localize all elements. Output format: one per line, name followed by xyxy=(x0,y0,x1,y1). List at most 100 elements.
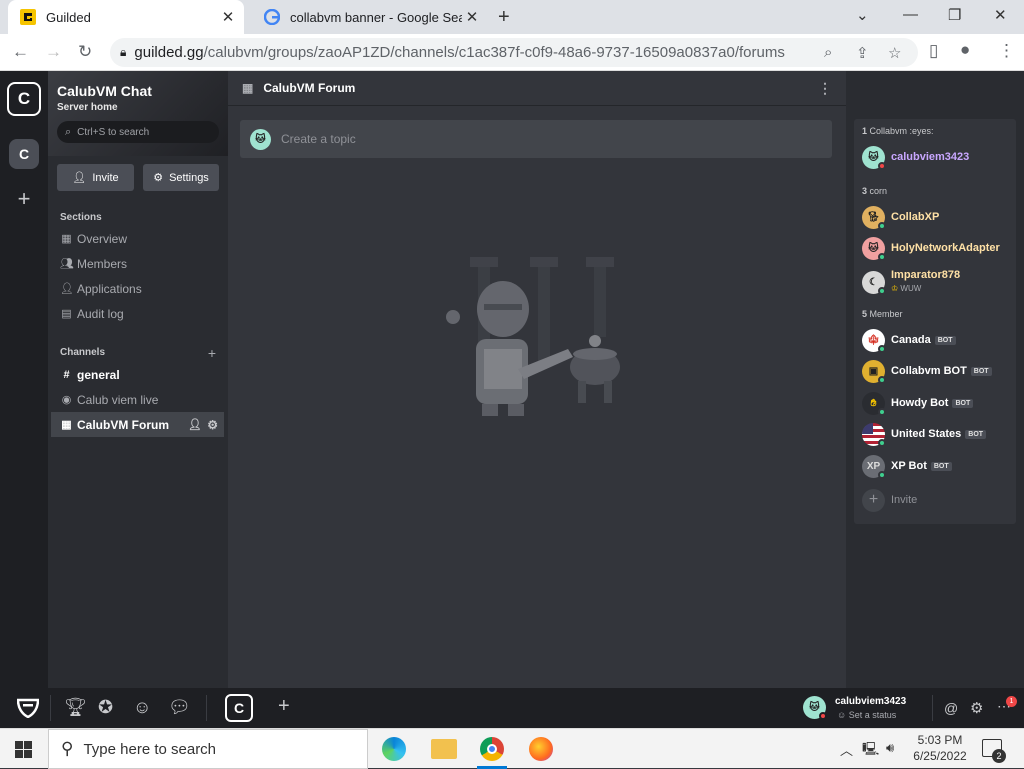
member-avatar: 🐱︎ xyxy=(862,145,886,170)
taskbar-search-input[interactable]: ⚲ Type here to search xyxy=(48,729,368,769)
current-server-button[interactable]: C xyxy=(225,694,253,722)
chat-bubble-icon[interactable]: 💬︎ xyxy=(168,697,191,718)
channel-calub-viem-live[interactable]: ◉ Calub viem live xyxy=(48,387,228,412)
server-calubvm-button[interactable]: C xyxy=(9,139,39,169)
channel-settings-gear-icon[interactable]: ⚙ xyxy=(207,418,218,432)
back-icon[interactable]: ← xyxy=(12,42,29,62)
member-row[interactable]: 🍁︎ Canada BOT xyxy=(862,327,956,353)
sidebar-item-overview[interactable]: ▦ Overview xyxy=(48,226,228,251)
member-row[interactable]: XP XP Bot BOT xyxy=(862,453,952,479)
volume-icon[interactable]: 🔊︎ xyxy=(886,740,894,756)
add-server-icon[interactable]: + xyxy=(278,695,290,718)
mentions-icon[interactable]: @ xyxy=(944,700,958,716)
trophy-icon[interactable]: 🏆︎ xyxy=(64,697,87,718)
close-icon[interactable]: ✕ xyxy=(462,8,482,26)
current-user-avatar[interactable]: 🐱︎ xyxy=(803,696,827,720)
network-icon[interactable]: 🖳︎ xyxy=(862,740,879,762)
firefox-browser-icon[interactable] xyxy=(529,737,553,761)
bookmark-star-icon[interactable]: ☆ xyxy=(888,44,901,62)
wave-hand-avatar: ✋︎ xyxy=(862,391,886,416)
tab-google-search[interactable]: collabvm banner - Google Search ✕ xyxy=(252,0,488,34)
document-icon: ▤ xyxy=(61,308,72,320)
sections-list: ▦ Overview 👥︎ Members 👤︎ Applications ▤ Audi… xyxy=(48,226,228,326)
channel-general[interactable]: # general xyxy=(48,362,228,387)
member-list: 1 Collabvm :eyes: 🐱︎ calubviem3423 3 cor… xyxy=(846,71,1024,688)
guilded-logo-icon[interactable] xyxy=(17,698,39,718)
empty-forum-illustration xyxy=(446,257,620,416)
bot-badge: BOT xyxy=(952,398,974,408)
zoom-icon[interactable]: ⌕ xyxy=(824,44,832,61)
address-bar[interactable]: 🔒︎ guilded.gg/calubvm/groups/zaoAP1ZD/ch… xyxy=(110,38,918,67)
invite-to-channel-icon[interactable]: 👤︎ xyxy=(188,418,202,431)
member-row[interactable]: ✋︎ Howdy Bot BOT xyxy=(862,390,974,416)
bot-badge: BOT xyxy=(934,335,956,345)
window-close-icon[interactable]: ✕ xyxy=(994,6,1007,24)
sidebar-item-audit-log[interactable]: ▤ Audit log xyxy=(48,301,228,326)
windows-start-icon[interactable] xyxy=(15,741,32,758)
tray-chevron-icon[interactable]: ︿ xyxy=(840,740,853,759)
member-list-panel: 1 Collabvm :eyes: 🐱︎ calubviem3423 3 cor… xyxy=(854,119,1016,524)
member-row[interactable]: ▣ Collabvm BOT BOT xyxy=(862,358,992,384)
browser-tab-strip: Guilded ✕ collabvm banner - Google Searc… xyxy=(0,0,1024,34)
gear-icon: ⚙ xyxy=(153,172,164,184)
home-server-button[interactable]: C xyxy=(7,82,41,116)
set-status-button[interactable]: ☺ Set a status xyxy=(837,710,896,720)
member-row[interactable]: 🐱︎ HolyNetworkAdapter xyxy=(862,235,1000,261)
create-topic-input[interactable]: 🐱︎ Create a topic xyxy=(240,120,832,158)
profile-avatar-icon[interactable]: ● xyxy=(960,40,970,60)
share-icon[interactable]: ⇪ xyxy=(856,44,869,62)
broadcast-icon: ◉ xyxy=(61,394,72,406)
server-name[interactable]: CalubVM Chat xyxy=(57,83,219,99)
server-home-link[interactable]: Server home xyxy=(57,102,219,113)
reload-icon[interactable]: ↻ xyxy=(78,42,92,62)
edge-browser-icon[interactable] xyxy=(382,737,406,761)
member-invite-button[interactable]: + Invite xyxy=(862,487,917,513)
channels-heading: Channels + xyxy=(60,345,216,361)
bot-badge: BOT xyxy=(930,461,952,471)
tab-search-icon[interactable]: ⌄ xyxy=(856,6,869,24)
minimize-icon[interactable]: — xyxy=(903,6,918,23)
lock-icon: 🔒︎ xyxy=(120,45,127,59)
forum-icon: ▦ xyxy=(242,81,254,95)
user-settings-gear-icon[interactable]: ⚙ xyxy=(970,699,983,717)
add-server-icon[interactable]: + xyxy=(7,182,41,216)
chrome-menu-icon[interactable]: ⋮ xyxy=(998,41,1015,61)
clock[interactable]: 5:03 PM 6/25/2022 xyxy=(912,733,968,763)
hash-icon: # xyxy=(63,368,70,381)
forum-icon: ▦ xyxy=(61,419,72,431)
settings-button[interactable]: ⚙ Settings xyxy=(143,164,219,191)
shield-icon: ♔ xyxy=(891,284,899,293)
search-input[interactable]: ⌕ Ctrl+S to search xyxy=(57,121,219,143)
member-row[interactable]: 🐱︎ calubviem3423 xyxy=(862,144,969,170)
role-group-heading: 1 Collabvm :eyes: xyxy=(862,126,934,136)
star-badge-icon[interactable]: ✪ xyxy=(98,697,113,718)
current-username: calubviem3423 xyxy=(835,696,907,707)
new-tab-icon[interactable]: + xyxy=(498,6,510,29)
plus-icon: + xyxy=(862,488,885,512)
side-panel-icon[interactable]: ▯ xyxy=(929,41,938,61)
restore-icon[interactable]: ❐ xyxy=(948,6,961,24)
invite-button[interactable]: 👤︎ Invite xyxy=(57,164,134,191)
member-row[interactable]: 🐕︎ CollabXP xyxy=(862,204,939,230)
smile-icon: ☺ xyxy=(837,710,847,720)
url-path: /calubvm/groups/zaoAP1ZD/channels/c1ac38… xyxy=(203,44,785,61)
member-row[interactable]: United States BOT xyxy=(862,421,987,447)
chrome-browser-icon[interactable] xyxy=(480,737,504,761)
tab-guilded[interactable]: Guilded ✕ xyxy=(8,0,244,34)
guilded-bottom-bar: 🏆︎ ✪ ☺ 💬︎ C + 🐱︎ calubviem3423 ☺ Set a s… xyxy=(0,688,1024,728)
server-sidebar: CalubVM Chat Server home ⌕ Ctrl+S to sea… xyxy=(48,71,228,688)
more-options-icon[interactable]: ⋮ xyxy=(818,80,832,97)
forward-icon[interactable]: → xyxy=(45,42,62,62)
file-explorer-icon[interactable] xyxy=(431,739,457,759)
add-channel-icon[interactable]: + xyxy=(208,345,216,361)
sidebar-item-members[interactable]: 👥︎ Members xyxy=(48,251,228,276)
google-favicon-icon xyxy=(264,9,280,25)
channel-title: CalubVM Forum xyxy=(263,81,356,95)
friends-icon[interactable]: ☺ xyxy=(133,697,151,718)
sidebar-item-applications[interactable]: 👤︎ Applications xyxy=(48,276,228,301)
user-avatar: 🐱︎ xyxy=(250,128,271,150)
close-icon[interactable]: ✕ xyxy=(218,8,238,26)
windows-taskbar: ⚲ Type here to search ︿ 🖳︎ 🔊︎ 5:03 PM 6/… xyxy=(0,728,1024,769)
channel-calubvm-forum[interactable]: ▦ CalubVM Forum 👤︎ ⚙ xyxy=(51,412,224,437)
member-row[interactable]: ☾ Imparator878 ♔ WUW xyxy=(862,267,960,297)
